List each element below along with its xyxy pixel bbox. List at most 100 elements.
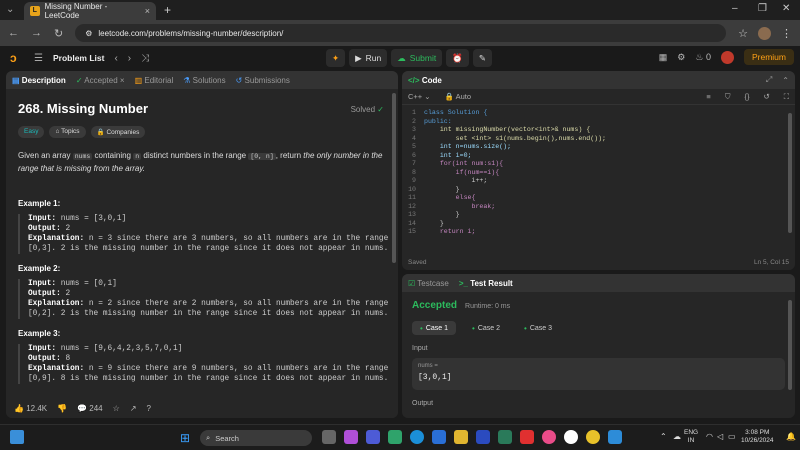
inline-code: [0, n]: [248, 153, 276, 160]
tab-accepted[interactable]: ✓ Accepted ×: [76, 76, 125, 85]
expand-icon[interactable]: ⤢: [766, 75, 772, 85]
help-icon[interactable]: ?: [147, 404, 151, 413]
description-content: 268. Missing Number Solved ✓ Easy ⌂ Topi…: [6, 89, 398, 391]
taskbar-search[interactable]: ⌕ Search: [200, 430, 312, 446]
code-line: 15 return i;: [402, 228, 795, 237]
new-tab-button[interactable]: +: [164, 3, 171, 17]
dislike-button[interactable]: 👎: [57, 404, 67, 413]
user-avatar[interactable]: [720, 50, 734, 64]
example-block: Input: nums = [3,0,1] Output: 2 Explanat…: [18, 214, 388, 254]
fullscreen-icon[interactable]: ⛶: [784, 92, 789, 102]
case-tab-1[interactable]: • Case 1: [412, 321, 456, 335]
close-tab-icon[interactable]: ×: [145, 6, 150, 16]
braces-icon[interactable]: {}: [744, 92, 749, 101]
problem-statement: Given an array nums containing n distinc…: [18, 150, 386, 175]
settings-gear-icon[interactable]: ⚙: [677, 52, 685, 63]
collapse-icon[interactable]: ⌃: [782, 76, 789, 85]
tab-submissions[interactable]: ↺ Submissions: [236, 76, 290, 85]
chrome-icon[interactable]: [586, 430, 600, 444]
close-tab-icon[interactable]: ×: [120, 76, 125, 85]
tab-code[interactable]: </> Code: [408, 76, 442, 85]
battery-icon[interactable]: ▭: [728, 433, 736, 441]
prev-problem-icon[interactable]: ‹: [114, 53, 117, 64]
tray-chevron-icon[interactable]: ⌃: [660, 433, 667, 441]
photos-icon[interactable]: [498, 430, 512, 444]
result-scrollbar[interactable]: [788, 300, 792, 390]
description-panel: ▤ Description ✓ Accepted × ▥ Editorial ⚗…: [6, 71, 398, 418]
case-tab-3[interactable]: • Case 3: [516, 321, 560, 335]
bookmark-star-icon[interactable]: ☆: [738, 27, 748, 40]
tab-description[interactable]: ▤ Description: [12, 76, 66, 85]
wifi-icon[interactable]: ◠: [706, 433, 713, 441]
tab-search-icon[interactable]: ⌄: [6, 4, 14, 15]
share-icon[interactable]: ↗: [130, 404, 137, 413]
description-scrollbar[interactable]: [392, 93, 396, 263]
code-scrollbar[interactable]: [788, 113, 792, 233]
address-bar[interactable]: ⚙ leetcode.com/problems/missing-number/d…: [75, 24, 727, 42]
layout-icon[interactable]: ▦: [659, 52, 668, 63]
favorite-star-icon[interactable]: ☆: [113, 404, 120, 413]
app-icon[interactable]: [476, 430, 490, 444]
tab-solutions[interactable]: ⚗ Solutions: [183, 76, 225, 85]
tab-editorial[interactable]: ▥ Editorial: [135, 76, 174, 85]
comments-button[interactable]: 💬 244: [77, 404, 103, 413]
volume-icon[interactable]: ◁: [717, 433, 723, 441]
code-editor[interactable]: 1 class Solution { 2 public: 3 int missing…: [402, 105, 795, 237]
premium-button[interactable]: Premium: [743, 49, 794, 65]
copilot-icon[interactable]: [344, 430, 358, 444]
topics-button[interactable]: ⌂ Topics: [49, 126, 86, 138]
browser-menu-icon[interactable]: ⋮: [781, 27, 792, 40]
case-tab-2[interactable]: • Case 2: [464, 321, 508, 335]
tab-testcase[interactable]: ☑ Testcase: [408, 279, 449, 288]
instagram-icon[interactable]: [542, 430, 556, 444]
forward-icon[interactable]: →: [31, 27, 42, 39]
vscode-icon[interactable]: [608, 430, 622, 444]
language-select[interactable]: C++ ⌄: [408, 92, 431, 101]
edge-icon[interactable]: [410, 430, 424, 444]
google-icon[interactable]: [564, 430, 578, 444]
task-view-icon[interactable]: [322, 430, 336, 444]
windows-start-icon[interactable]: ⊞: [180, 431, 190, 445]
tab-solutions-label: Solutions: [192, 75, 226, 85]
code-line: 10 }: [402, 186, 795, 195]
tab-test-result[interactable]: >_ Test Result: [459, 279, 513, 288]
youtube-icon[interactable]: [520, 430, 534, 444]
file-explorer-icon[interactable]: [454, 430, 468, 444]
companies-button[interactable]: 🔒 Companies: [90, 126, 146, 138]
maximize-icon[interactable]: ❐: [758, 3, 767, 14]
notification-bell-icon[interactable]: 🔔: [786, 433, 796, 441]
run-button[interactable]: ▶ Run: [349, 49, 388, 67]
debug-button[interactable]: ✦: [326, 49, 346, 67]
line-number: 2: [412, 117, 416, 125]
minimize-icon[interactable]: –: [732, 3, 738, 14]
shuffle-icon[interactable]: ⤨: [141, 53, 149, 64]
reset-icon[interactable]: ↺: [763, 92, 769, 101]
notes-button[interactable]: ✎: [472, 49, 492, 67]
next-problem-icon[interactable]: ›: [128, 53, 131, 64]
browser-tab[interactable]: L Missing Number - LeetCode ×: [24, 2, 156, 20]
streak-counter[interactable]: ♨ 0: [695, 52, 711, 63]
problem-list-link[interactable]: Problem List: [53, 53, 104, 63]
widgets-icon[interactable]: [10, 430, 24, 444]
reload-icon[interactable]: ↻: [54, 27, 63, 40]
bookmark-icon[interactable]: ⛉: [725, 92, 731, 102]
language-indicator[interactable]: ENG IN: [684, 429, 698, 445]
leetcode-logo-icon[interactable]: ↄ: [10, 51, 24, 65]
site-info-icon[interactable]: ⚙: [85, 29, 92, 38]
browser-profile-avatar[interactable]: [758, 26, 771, 40]
clock[interactable]: 3:08 PM 10/26/2024: [741, 429, 774, 445]
submit-label: Submit: [409, 53, 437, 63]
timer-button[interactable]: ⏰: [446, 49, 469, 67]
like-button[interactable]: 👍 12.4K: [14, 404, 47, 413]
store-icon[interactable]: [432, 430, 446, 444]
teams-icon[interactable]: [366, 430, 380, 444]
back-icon[interactable]: ←: [8, 27, 19, 39]
cloud-icon[interactable]: ☁: [673, 433, 681, 441]
submit-button[interactable]: ☁ Submit: [391, 49, 443, 67]
format-icon[interactable]: ≡: [706, 92, 710, 101]
close-window-icon[interactable]: ✕: [782, 3, 790, 14]
problem-list-icon[interactable]: ☰: [34, 53, 43, 64]
autocomplete-toggle[interactable]: 🔒 Auto: [445, 92, 471, 101]
code-text: class Solution {: [424, 109, 488, 116]
excel-icon[interactable]: [388, 430, 402, 444]
